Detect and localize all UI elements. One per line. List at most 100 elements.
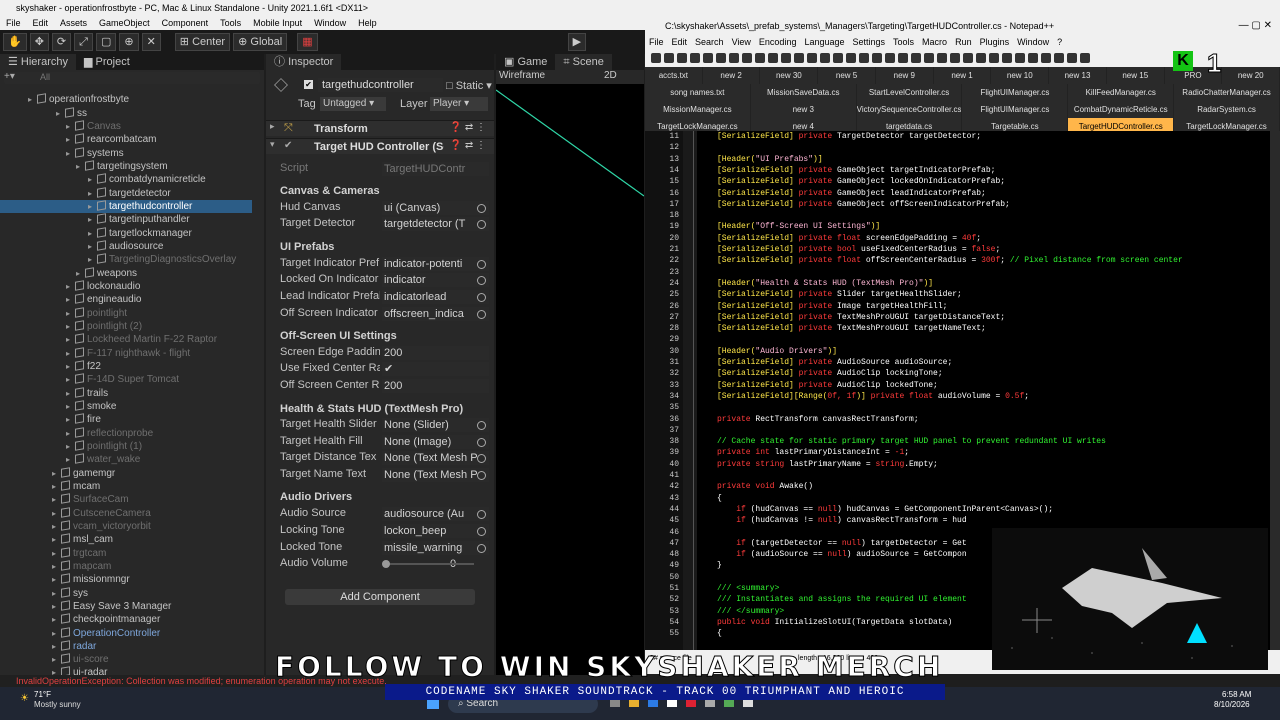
expand-arrow-icon[interactable]: ▸ — [56, 107, 65, 120]
hierarchy-item[interactable]: ▸ operationfrostbyte — [28, 93, 129, 106]
expand-arrow-icon[interactable]: ▸ — [52, 640, 61, 653]
field-value[interactable]: indicatorlead — [382, 290, 489, 304]
hierarchy-item[interactable]: ▸ F-14D Super Tomcat — [66, 373, 179, 386]
file-tab[interactable]: new 15 — [1106, 67, 1165, 84]
toolbar-icon[interactable] — [702, 53, 713, 63]
expand-arrow-icon[interactable]: ▸ — [66, 293, 75, 306]
tab-project[interactable]: ▆ Project — [76, 54, 138, 70]
file-tab[interactable]: MissionSaveData.cs — [750, 84, 857, 101]
toolbar-icon[interactable] — [988, 53, 999, 63]
field-value[interactable]: indicator — [382, 273, 489, 287]
add-icon[interactable]: +▾ — [4, 71, 15, 82]
expand-arrow-icon[interactable]: ▸ — [66, 133, 75, 146]
object-name-field[interactable]: targethudcontroller — [318, 78, 443, 92]
hierarchy-item[interactable]: ▸ Lockheed Martin F-22 Raptor — [66, 333, 217, 346]
expand-arrow-icon[interactable]: ▸ — [66, 373, 75, 386]
expand-arrow-icon[interactable]: ▸ — [66, 400, 75, 413]
file-tab[interactable]: song names.txt — [645, 84, 751, 101]
toolbar-icon[interactable] — [715, 53, 726, 63]
file-tab[interactable]: VictorySequenceController.cs — [856, 101, 963, 118]
toolbar-icon[interactable] — [793, 53, 804, 63]
hierarchy-item[interactable]: ▸ mcam — [52, 480, 100, 493]
object-picker-icon[interactable] — [477, 438, 486, 447]
menu-item-6[interactable]: Mobile Input — [247, 16, 308, 30]
draw-mode-dropdown[interactable]: Wireframe — [499, 70, 545, 81]
field-value[interactable]: None (Image) — [382, 435, 489, 449]
toolbar-icon[interactable] — [754, 53, 765, 63]
scene-view[interactable]: ▣ Game ⌗ Scene Wireframe 2D — [496, 54, 644, 675]
custom-tool-icon[interactable]: ✕ — [141, 33, 161, 51]
field-value[interactable]: ui (Canvas) — [382, 201, 489, 215]
expand-arrow-icon[interactable]: ▸ — [66, 347, 75, 360]
file-tab[interactable]: MissionManager.cs — [645, 101, 751, 118]
file-tab[interactable]: new 13 — [1049, 67, 1107, 84]
toolbar-icon[interactable] — [663, 53, 674, 63]
hierarchy-item[interactable]: ▸ water_wake — [66, 453, 140, 466]
expand-arrow-icon[interactable]: ▸ — [52, 480, 61, 493]
toolbar-icon[interactable] — [1027, 53, 1038, 63]
hierarchy-item[interactable]: ▸ f22 — [66, 360, 101, 373]
file-tab[interactable]: KillFeedManager.cs — [1068, 84, 1175, 101]
hierarchy-item[interactable]: ▸ lockonaudio — [66, 280, 140, 293]
hierarchy-item[interactable]: ▸ checkpointmanager — [52, 613, 160, 626]
object-picker-icon[interactable] — [477, 544, 486, 553]
hierarchy-item[interactable]: ▸ vcam_victoryorbit — [52, 520, 151, 533]
object-picker-icon[interactable] — [477, 204, 486, 213]
expand-arrow-icon[interactable]: ▸ — [52, 533, 61, 546]
toolbar-icon[interactable] — [728, 53, 739, 63]
menu-item-0[interactable]: File — [0, 16, 27, 30]
np-menu-item-4[interactable]: Encoding — [755, 36, 801, 49]
menu-item-1[interactable]: Edit — [27, 16, 55, 30]
hierarchy-item[interactable]: ▸ TargetingDiagnosticsOverlay — [88, 253, 236, 266]
grid-snap-icon[interactable]: ▦ — [297, 33, 318, 51]
file-tab[interactable]: accts.txt — [645, 67, 703, 84]
expand-arrow-icon[interactable]: ▸ — [66, 427, 75, 440]
field-value[interactable]: ✔ — [382, 362, 489, 376]
file-tab[interactable]: FlightUIManager.cs — [962, 84, 1069, 101]
active-checkbox[interactable]: ✔ — [304, 80, 313, 89]
hierarchy-item[interactable]: ▸ F-117 nighthawk - flight — [66, 347, 190, 360]
expand-arrow-icon[interactable]: ▸ — [52, 600, 61, 613]
hierarchy-item[interactable]: ▸ ui-score — [52, 653, 109, 666]
component-menu-icon[interactable]: ❓ ⇄ ⋮ — [450, 140, 486, 151]
transform-header[interactable]: ▸ ⤧ Transform ❓ ⇄ ⋮ — [266, 120, 494, 136]
expand-arrow-icon[interactable]: ▸ — [66, 440, 75, 453]
expand-arrow-icon[interactable]: ▸ — [88, 213, 97, 226]
hierarchy-item[interactable]: ▸ smoke — [66, 400, 116, 413]
toolbar-icon[interactable] — [767, 53, 778, 63]
np-menu-item-7[interactable]: Tools — [889, 36, 918, 49]
expand-arrow-icon[interactable]: ▸ — [52, 507, 61, 520]
hierarchy-item[interactable]: ▸ missionmngr — [52, 573, 130, 586]
object-picker-icon[interactable] — [477, 260, 486, 269]
hierarchy-item[interactable]: ▸ trails — [66, 387, 108, 400]
hierarchy-item[interactable]: ▸ systems — [66, 147, 124, 160]
file-tab[interactable]: new 3 — [750, 101, 857, 118]
file-tab[interactable]: new 1 — [933, 67, 992, 84]
play-button[interactable]: ▶ — [567, 33, 587, 51]
rect-tool-icon[interactable]: ▢ — [95, 33, 117, 51]
hierarchy-item[interactable]: ▸ trgtcam — [52, 547, 106, 560]
object-picker-icon[interactable] — [477, 510, 486, 519]
expand-arrow-icon[interactable]: ▸ — [52, 627, 61, 640]
pivot-center-button[interactable]: ⊞ Center — [174, 33, 231, 51]
np-menu-item-6[interactable]: Settings — [849, 36, 890, 49]
rotate-tool-icon[interactable]: ⟳ — [51, 33, 72, 51]
field-value[interactable]: indicator-potenti — [382, 257, 489, 271]
toolbar-icon[interactable] — [871, 53, 882, 63]
hand-tool-icon[interactable]: ✋ — [3, 33, 27, 51]
np-menu-item-5[interactable]: Language — [800, 36, 848, 49]
expand-arrow-icon[interactable]: ▸ — [66, 453, 75, 466]
pivot-global-button[interactable]: ⊕ Global — [233, 33, 288, 51]
object-picker-icon[interactable] — [477, 527, 486, 536]
np-menu-item-0[interactable]: File — [645, 36, 668, 49]
toolbar-icon[interactable] — [1066, 53, 1077, 63]
toolbar-icon[interactable] — [676, 53, 687, 63]
hierarchy-item[interactable]: ▸ Easy Save 3 Manager — [52, 600, 171, 613]
expand-arrow-icon[interactable]: ▸ — [28, 93, 37, 106]
expand-arrow-icon[interactable]: ▸ — [88, 253, 97, 266]
toolbar-icon[interactable] — [910, 53, 921, 63]
tab-scene[interactable]: ⌗ Scene — [555, 54, 612, 70]
hierarchy-item[interactable]: ▸ targethudcontroller — [0, 200, 252, 213]
menu-item-2[interactable]: Assets — [54, 16, 93, 30]
add-component-button[interactable]: Add Component — [285, 589, 475, 605]
